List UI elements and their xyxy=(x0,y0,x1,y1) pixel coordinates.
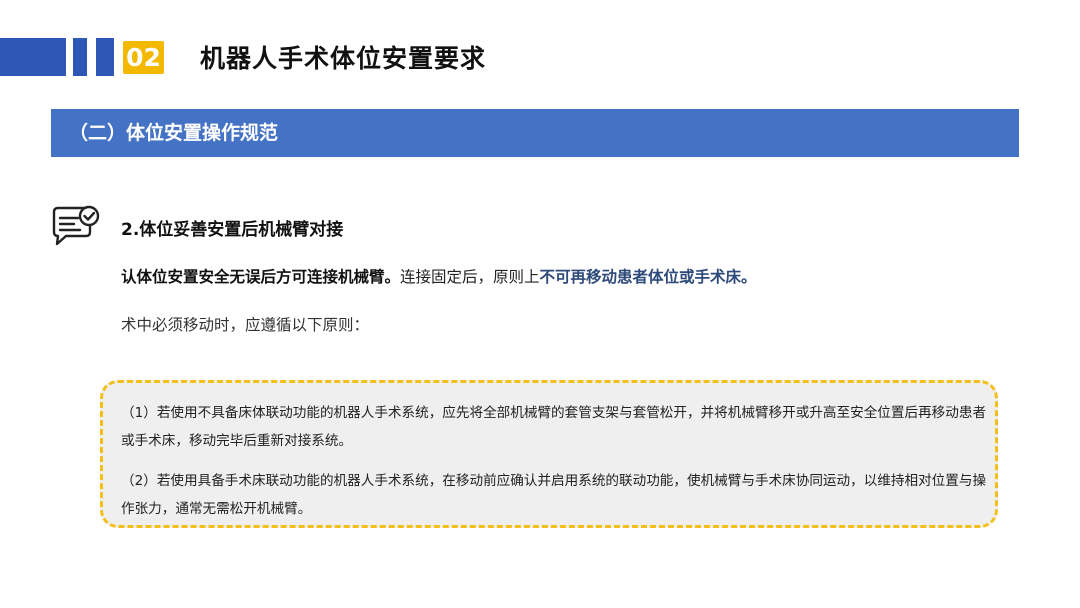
principle-item: （1）若使用不具备床体联动功能的机器人手术系统，应先将全部机械臂的套管支架与套管… xyxy=(121,405,987,449)
page-title: 机器人手术体位安置要求 xyxy=(200,44,487,73)
section-banner: （二）体位安置操作规范 xyxy=(51,109,1019,157)
paragraph-intro: 认体位安置安全无误后方可连接机械臂。连接固定后，原则上不可再移动患者体位或手术床… xyxy=(121,265,757,287)
principles-box: （1）若使用不具备床体联动功能的机器人手术系统，应先将全部机械臂的套管支架与套管… xyxy=(100,380,998,528)
paragraph-principles-lead: 术中必须移动时，应遵循以下原则： xyxy=(121,316,370,334)
intro-plain-text: 连接固定后，原则上 xyxy=(400,268,540,286)
sub-heading: 2.体位妥善安置后机械臂对接 xyxy=(121,220,344,240)
principle-item: （2）若使用具备手术床联动功能的机器人手术系统，在移动前应确认并启用系统的联动功… xyxy=(121,473,987,517)
header-decor-bar xyxy=(96,38,114,76)
intro-highlight-text: 不可再移动患者体位或手术床。 xyxy=(539,268,757,286)
chat-check-icon xyxy=(52,205,100,246)
section-number-badge: 02 xyxy=(123,41,164,74)
section-title: （二）体位安置操作规范 xyxy=(69,122,279,144)
intro-bold-text: 认体位安置安全无误后方可连接机械臂。 xyxy=(121,268,401,286)
header-decor-bar xyxy=(0,38,66,76)
header-decor-bar xyxy=(73,38,87,76)
